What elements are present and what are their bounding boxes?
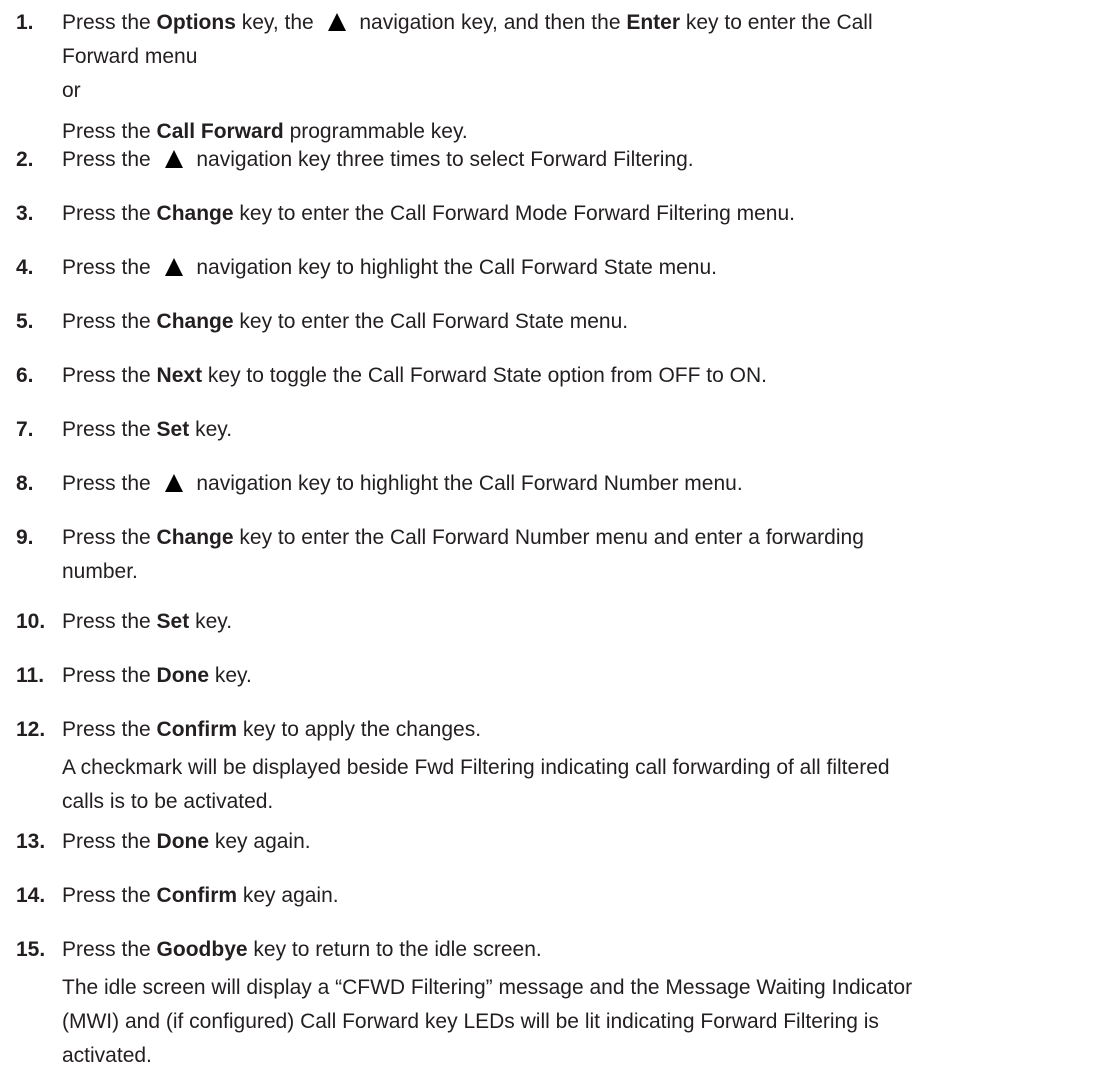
up-arrow-icon — [157, 256, 191, 278]
text-run: Press the — [62, 256, 157, 279]
text-run: navigation key to highlight the Call For… — [190, 472, 743, 495]
step-line: Press the Done key again. — [62, 827, 311, 857]
key-name: Confirm — [156, 718, 238, 741]
step-line: Press the navigation key three times to … — [62, 145, 694, 175]
step-number: 5. — [16, 310, 34, 333]
step-number: 11. — [16, 664, 45, 687]
step-line: Press the Call Forward programmable key. — [62, 117, 468, 147]
step-line: Press the Change key to enter the Call F… — [62, 307, 628, 337]
step-line: Press the Set key. — [62, 415, 232, 445]
step-number: 4. — [16, 256, 34, 279]
text-run: programmable key. — [283, 120, 468, 143]
text-run: The idle screen will display a “CFWD Fil… — [62, 976, 913, 999]
text-run: A checkmark will be displayed beside Fwd… — [62, 756, 890, 779]
text-run: key to enter the Call — [680, 11, 873, 34]
text-run: or — [62, 79, 81, 102]
up-arrow-icon — [157, 148, 191, 170]
key-name: Done — [156, 664, 210, 687]
text-run: key. — [189, 418, 233, 441]
text-run: key, the — [235, 11, 320, 34]
text-run: Press the — [62, 884, 157, 907]
text-run: Press the — [62, 526, 157, 549]
step-line: Press the Confirm key again. — [62, 881, 339, 911]
step-number: 1. — [16, 11, 34, 34]
step-line: number. — [62, 557, 138, 587]
step-line: The idle screen will display a “CFWD Fil… — [62, 973, 912, 1003]
key-name: Change — [156, 526, 234, 549]
text-run: key again. — [237, 884, 339, 907]
text-run: key to enter the Call Forward Number men… — [233, 526, 864, 549]
key-name: Change — [156, 310, 234, 333]
text-run: Press the — [62, 664, 157, 687]
text-run: navigation key to highlight the Call For… — [190, 256, 718, 279]
step-line: Press the Options key, the navigation ke… — [62, 8, 873, 38]
text-run: Press the — [62, 364, 157, 387]
key-name: Goodbye — [156, 938, 248, 961]
up-arrow-icon — [157, 472, 191, 494]
text-run: key again. — [209, 830, 311, 853]
step-line: Press the navigation key to highlight th… — [62, 253, 717, 283]
text-run: key to apply the changes. — [237, 718, 482, 741]
step-line: Press the navigation key to highlight th… — [62, 469, 743, 499]
step-line: Press the Change key to enter the Call F… — [62, 199, 795, 229]
key-name: Enter — [626, 11, 681, 34]
step-number: 8. — [16, 472, 34, 495]
step-number: 9. — [16, 526, 34, 549]
text-run: Press the — [62, 418, 157, 441]
step-line: Press the Goodbye key to return to the i… — [62, 935, 542, 965]
step-line: Press the Confirm key to apply the chang… — [62, 715, 481, 745]
key-name: Call Forward — [156, 120, 284, 143]
text-run: key to enter the Call Forward Mode Forwa… — [233, 202, 795, 225]
text-run: Press the — [62, 938, 157, 961]
text-run: Press the — [62, 202, 157, 225]
text-run: Press the — [62, 310, 157, 333]
text-run: Press the — [62, 148, 157, 171]
step-number: 7. — [16, 418, 34, 441]
key-name: Set — [156, 610, 190, 633]
up-arrow-icon — [320, 11, 354, 33]
step-line: calls is to be activated. — [62, 787, 273, 817]
text-run: key to enter the Call Forward State menu… — [233, 310, 629, 333]
step-number: 3. — [16, 202, 34, 225]
step-line: Press the Next key to toggle the Call Fo… — [62, 361, 767, 391]
text-run: key to toggle the Call Forward State opt… — [202, 364, 767, 387]
text-run: Press the — [62, 472, 157, 495]
text-run: key. — [189, 610, 233, 633]
key-name: Options — [156, 11, 236, 34]
text-run: Press the — [62, 718, 157, 741]
text-run: navigation key, and then the — [353, 11, 627, 34]
step-line: Press the Set key. — [62, 607, 232, 637]
key-name: Confirm — [156, 884, 238, 907]
step-line: (MWI) and (if configured) Call Forward k… — [62, 1007, 879, 1037]
step-number: 13. — [16, 830, 46, 853]
text-run: key to return to the idle screen. — [247, 938, 542, 961]
step-number: 2. — [16, 148, 34, 171]
step-line: activated. — [62, 1041, 152, 1071]
text-run: Forward menu — [62, 45, 198, 68]
step-number: 6. — [16, 364, 34, 387]
key-name: Change — [156, 202, 234, 225]
text-run: calls is to be activated. — [62, 790, 274, 813]
text-run: key. — [209, 664, 252, 687]
step-line: or — [62, 76, 81, 106]
step-line: A checkmark will be displayed beside Fwd… — [62, 753, 890, 783]
key-name: Set — [156, 418, 190, 441]
step-line: Press the Change key to enter the Call F… — [62, 523, 864, 553]
step-number: 10. — [16, 610, 46, 633]
key-name: Next — [156, 364, 203, 387]
step-number: 12. — [16, 718, 46, 741]
text-run: Press the — [62, 610, 157, 633]
text-run: number. — [62, 560, 138, 583]
text-run: Press the — [62, 830, 157, 853]
text-run: (MWI) and (if configured) Call Forward k… — [62, 1010, 879, 1033]
step-line: Forward menu — [62, 42, 197, 72]
step-number: 14. — [16, 884, 46, 907]
text-run: navigation key three times to select For… — [190, 148, 694, 171]
text-run: activated. — [62, 1044, 152, 1067]
step-number: 15. — [16, 938, 46, 961]
key-name: Done — [156, 830, 210, 853]
step-line: Press the Done key. — [62, 661, 252, 691]
text-run: Press the — [62, 120, 157, 143]
text-run: Press the — [62, 11, 157, 34]
